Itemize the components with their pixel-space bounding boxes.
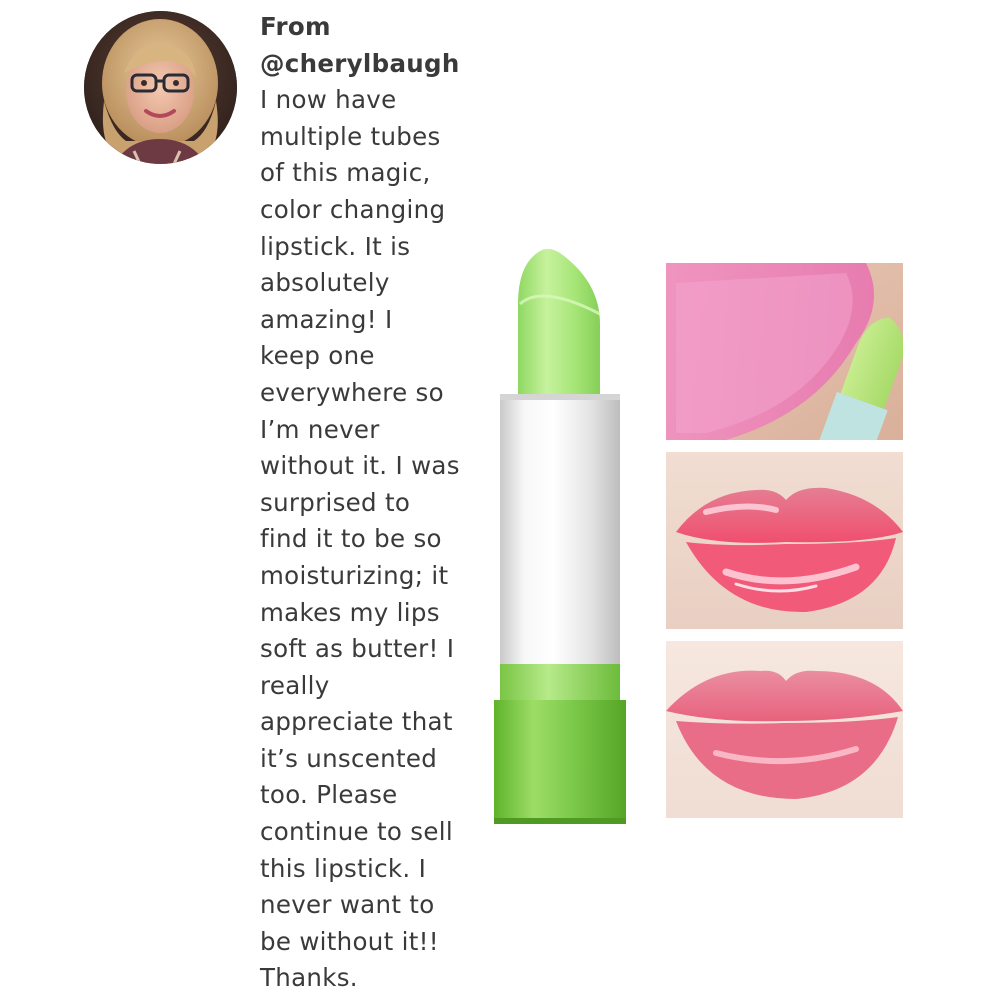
review-line: never want to: [260, 890, 435, 920]
review-line: be without it!!: [260, 926, 439, 956]
review-line: keep one: [260, 341, 375, 371]
review-line: moisturizing; it: [260, 560, 449, 590]
review-line: lipstick. It is: [260, 231, 411, 261]
tinted-lips-photo: [666, 641, 903, 818]
review-line: this lipstick. I: [260, 853, 427, 883]
review-line: too. Please: [260, 780, 398, 810]
review-line: really: [260, 670, 330, 700]
swatch-photos: [666, 263, 903, 830]
review-card: From @cherylbaugh I now have multiple tub…: [0, 0, 1000, 1000]
lipstick-product-image: [490, 244, 630, 829]
review-line: appreciate that: [260, 707, 453, 737]
review-body: I now have multiple tubes of this magic, co…: [260, 82, 475, 997]
review-line: multiple tubes: [260, 121, 441, 151]
review-line: everywhere so: [260, 377, 444, 407]
review-line: color changing: [260, 194, 446, 224]
review-line: soft as butter! I: [260, 634, 455, 664]
review-line: Thanks.: [260, 963, 358, 993]
from-label: From: [260, 12, 331, 41]
review-line: continue to sell: [260, 817, 453, 847]
glossy-lips-photo: [666, 452, 903, 629]
user-handle-link[interactable]: @cherylbaugh: [260, 46, 475, 83]
review-text-column: From @cherylbaugh I now have multiple tub…: [260, 9, 475, 997]
pink-swatch-photo: [666, 263, 903, 440]
review-line: without it. I was: [260, 451, 460, 481]
review-line: find it to be so: [260, 524, 442, 554]
review-line: makes my lips: [260, 597, 440, 627]
review-line: I now have: [260, 85, 397, 115]
review-line: it’s unscented: [260, 743, 438, 773]
review-line: amazing! I: [260, 304, 393, 334]
review-line: of this magic,: [260, 158, 431, 188]
review-line: surprised to: [260, 487, 411, 517]
user-avatar[interactable]: [84, 11, 237, 164]
review-line: absolutely: [260, 268, 390, 298]
review-line: I’m never: [260, 414, 380, 444]
